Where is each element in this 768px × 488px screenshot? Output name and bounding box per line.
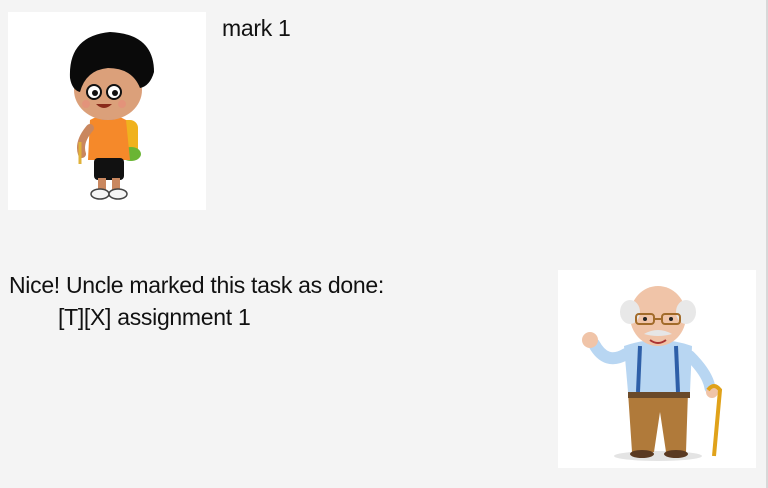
user-dialog-box: mark 1 [0, 0, 768, 220]
user-message-text: mark 1 [222, 15, 291, 41]
bot-message-line1: Nice! Uncle marked this task as done: [9, 272, 384, 298]
boy-with-backpack-avatar-icon [69, 32, 154, 200]
user-avatar [8, 12, 206, 210]
bot-message-line2: [T][X] assignment 1 [58, 304, 251, 330]
old-man-with-cane-avatar-icon [582, 286, 723, 461]
bot-avatar [558, 270, 756, 468]
bot-dialog-box: Nice! Uncle marked this task as done: [T… [0, 260, 768, 480]
